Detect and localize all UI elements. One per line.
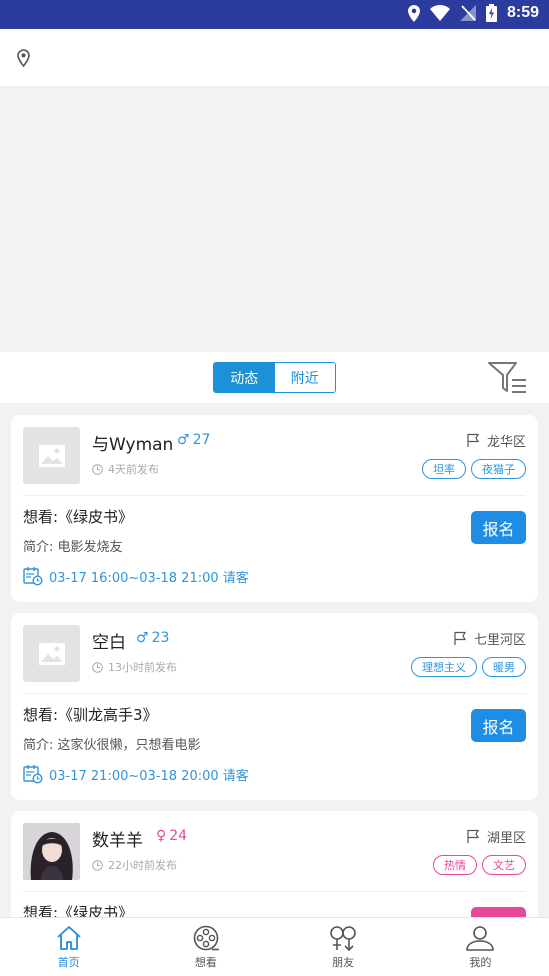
- district: 龙华区: [466, 431, 526, 450]
- post-card[interactable]: 与Wyman ♂ 27 4天前发布 龙华区 坦率 夜猫子 想看:《绿皮书》 简介…: [11, 415, 538, 602]
- location-bar[interactable]: [0, 29, 549, 86]
- age: 23: [151, 630, 170, 646]
- district: 七里河区: [453, 629, 526, 648]
- signup-button[interactable]: 报名: [471, 709, 526, 742]
- flag-icon: [467, 829, 480, 843]
- film-reel-icon: [193, 925, 219, 951]
- avatar[interactable]: [23, 823, 80, 880]
- feed-tab-bar: 动态 附近: [0, 352, 549, 403]
- clock-icon: [92, 463, 103, 475]
- tag: 暖男: [482, 657, 526, 677]
- nav-friends[interactable]: 朋友: [275, 918, 412, 976]
- image-placeholder-icon: [38, 444, 65, 467]
- age: 24: [169, 828, 188, 844]
- nav-home[interactable]: 首页: [0, 918, 137, 976]
- clock-icon: [92, 661, 103, 673]
- post-time: 22小时前发布: [92, 857, 177, 873]
- segmented-control: 动态 附近: [213, 362, 336, 393]
- wanted-movie: 想看:《绿皮书》: [23, 508, 134, 526]
- tab-dynamic[interactable]: 动态: [214, 363, 275, 392]
- gender-age: ♂ 27: [177, 432, 210, 448]
- home-icon: [57, 926, 81, 950]
- male-icon: ♂: [177, 432, 190, 448]
- filter-icon[interactable]: [486, 357, 528, 403]
- tag-list: 热情 文艺: [433, 855, 526, 875]
- divider: [23, 693, 526, 694]
- divider: [23, 495, 526, 496]
- gender-age: ♂ 23: [136, 630, 169, 646]
- female-icon: ♀: [156, 828, 167, 844]
- location-status-icon: [407, 4, 420, 22]
- tag: 文艺: [482, 855, 526, 875]
- age: 27: [192, 432, 211, 448]
- location-pin-icon[interactable]: [17, 49, 30, 71]
- user-icon: [466, 926, 495, 951]
- status-bar: 8:59: [0, 0, 549, 29]
- user-name[interactable]: 数羊羊: [92, 826, 143, 851]
- male-icon: ♂: [136, 630, 149, 646]
- wanted-movie: 想看:《驯龙高手3》: [23, 706, 158, 724]
- tag: 夜猫子: [471, 459, 526, 479]
- intro-text: 简介: 电影发烧友: [23, 540, 123, 555]
- tab-nearby[interactable]: 附近: [274, 363, 335, 392]
- battery-icon: [485, 4, 497, 22]
- nav-mine[interactable]: 我的: [412, 918, 549, 976]
- intro-text: 简介: 这家伙很懒，只想看电影: [23, 738, 201, 753]
- gender-age: ♀ 24: [156, 828, 187, 844]
- status-time: 8:59: [506, 4, 539, 21]
- flag-icon: [454, 631, 467, 645]
- post-card[interactable]: 空白 ♂ 23 13小时前发布 七里河区 理想主义 暖男 想看:《驯龙高手3》 …: [11, 613, 538, 800]
- post-time: 13小时前发布: [92, 659, 177, 675]
- banner-area: [0, 86, 549, 352]
- user-name[interactable]: 空白: [92, 628, 126, 653]
- tag: 理想主义: [411, 657, 477, 677]
- tag: 热情: [433, 855, 477, 875]
- nav-want[interactable]: 想看: [137, 918, 274, 976]
- avatar-placeholder[interactable]: [23, 427, 80, 484]
- schedule: 03-17 21:00~03-18 20:00 请客: [23, 764, 249, 784]
- tag-list: 坦率 夜猫子: [422, 459, 526, 479]
- flag-icon: [467, 433, 480, 447]
- clock-icon: [92, 859, 103, 871]
- friends-gender-icon: [330, 926, 356, 952]
- tag: 坦率: [422, 459, 466, 479]
- bottom-navigation: 首页 想看 朋友 我的: [0, 917, 549, 976]
- schedule: 03-17 16:00~03-18 21:00 请客: [23, 566, 249, 586]
- post-time: 4天前发布: [92, 461, 159, 477]
- avatar-image: [23, 823, 80, 880]
- signal-icon: [459, 5, 476, 21]
- user-name[interactable]: 与Wyman: [92, 430, 173, 455]
- signup-button[interactable]: 报名: [471, 511, 526, 544]
- district: 湖里区: [466, 827, 526, 846]
- avatar-placeholder[interactable]: [23, 625, 80, 682]
- post-card[interactable]: 数羊羊 ♀ 24 22小时前发布 湖里区 热情 文艺 想看:《绿皮书》 报名: [11, 811, 538, 940]
- calendar-clock-icon: [23, 765, 43, 784]
- calendar-clock-icon: [23, 567, 43, 586]
- image-placeholder-icon: [38, 642, 65, 665]
- tag-list: 理想主义 暖男: [411, 657, 526, 677]
- wifi-icon: [429, 5, 450, 21]
- divider: [23, 891, 526, 892]
